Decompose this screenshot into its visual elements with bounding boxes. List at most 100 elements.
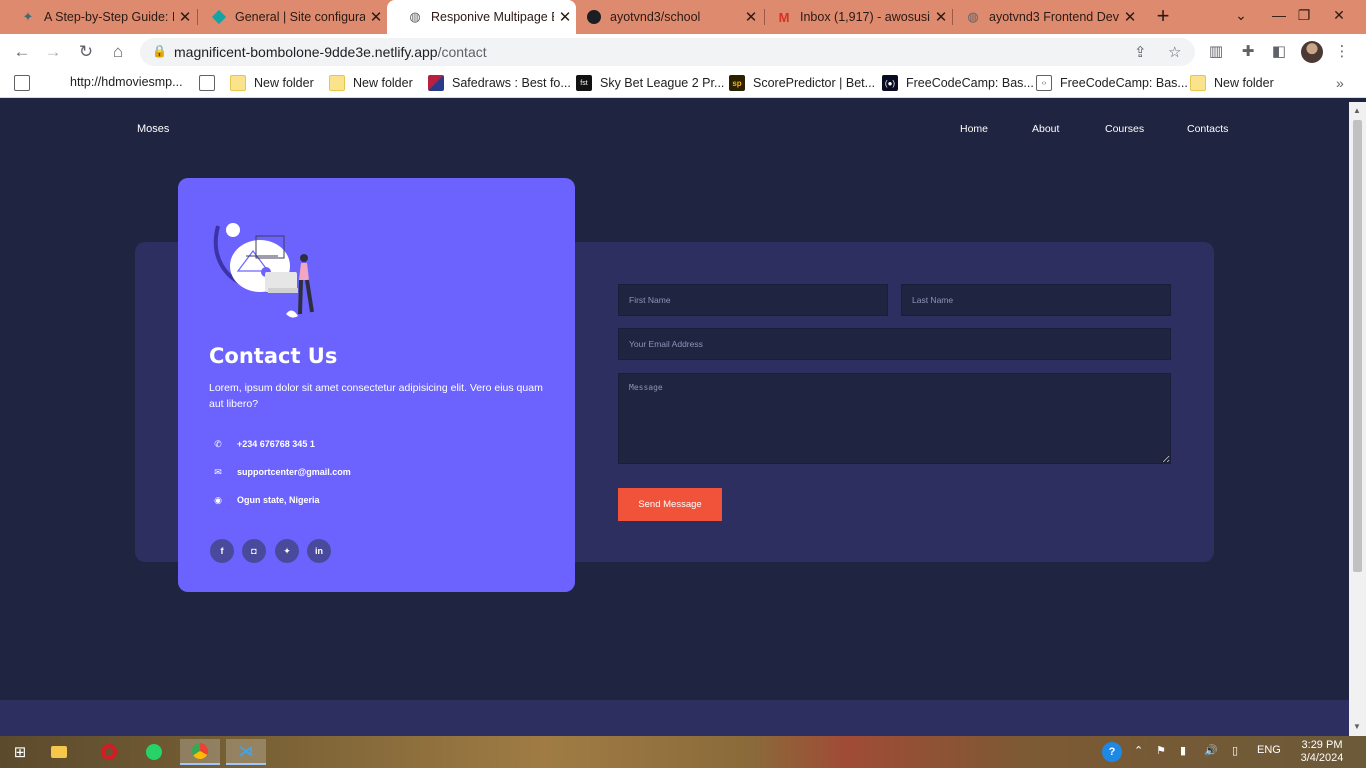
message-textarea[interactable]	[618, 373, 1171, 464]
extensions-icon[interactable]: ✚	[1238, 42, 1258, 62]
email-address: supportcenter@gmail.com	[237, 467, 351, 477]
tab-responsive-multipage[interactable]: ◍ Responive Multipage Ec ✕	[387, 0, 576, 34]
windows-start-icon[interactable]: ⊞	[0, 739, 40, 765]
volume-icon[interactable]: 🔊	[1204, 744, 1218, 757]
vscode-icon[interactable]: ⋊	[226, 739, 266, 765]
language-indicator[interactable]: ENG	[1257, 744, 1281, 756]
linkedin-icon[interactable]: in	[307, 539, 331, 563]
last-name-input[interactable]	[901, 284, 1171, 316]
instagram-icon[interactable]: ◘	[242, 539, 266, 563]
scroll-up-arrow-icon[interactable]: ▲	[1353, 106, 1361, 115]
bookmark-item[interactable]: Safedraws : Best fo...	[428, 75, 571, 91]
folder-icon	[1190, 75, 1206, 91]
contact-illustration	[213, 223, 314, 318]
nav-contacts[interactable]: Contacts	[1187, 123, 1228, 135]
url-text: magnificent-bombolone-9dde3e.netlify.app…	[174, 44, 487, 60]
netlify-diamond-icon	[211, 9, 227, 25]
windows-taskbar: ⊞ ⋊ ? ⌃ ⚑ ▮ 🔊 ▯ ENG 3:29 PM 3/4/2024	[0, 736, 1366, 768]
contact-card: Contact Us Lorem, ipsum dolor sit amet c…	[178, 178, 575, 592]
scrollbar-thumb[interactable]	[1353, 120, 1362, 572]
phone-info: ✆ +234 676768 345 1	[212, 438, 315, 450]
address-bar[interactable]: 🔒 magnificent-bombolone-9dde3e.netlify.a…	[140, 38, 1195, 66]
home-button[interactable]: ⌂	[106, 40, 130, 64]
menu-kebab-icon[interactable]: ⋮	[1332, 42, 1352, 62]
bookmark-item[interactable]: fst Sky Bet League 2 Pr...	[576, 75, 724, 91]
tab-site-configuration[interactable]: General | Site configura ✕	[191, 0, 387, 34]
media-icon[interactable]: ▥	[1206, 42, 1226, 62]
bookmark-label: Sky Bet League 2 Pr...	[600, 76, 725, 90]
network-signal-icon[interactable]: ▮	[1180, 744, 1186, 757]
tab-frontend-dev[interactable]: ◍ ayotvnd3 Frontend Dev ✕	[945, 0, 1141, 34]
new-tab-button[interactable]: +	[1150, 4, 1176, 30]
first-name-input[interactable]	[618, 284, 888, 316]
share-icon[interactable]: ⇪	[1134, 43, 1147, 61]
nav-courses[interactable]: Courses	[1105, 123, 1144, 135]
bookmark-folder[interactable]: New folder	[230, 75, 314, 91]
forward-button[interactable]: →	[41, 40, 65, 64]
file-explorer-icon[interactable]	[39, 739, 79, 765]
tab-title: A Step-by-Step Guide: I	[44, 10, 174, 24]
tab-title: Responive Multipage Ec	[431, 10, 554, 24]
restore-button[interactable]: ❐	[1287, 0, 1321, 34]
scroll-down-arrow-icon[interactable]: ▼	[1353, 722, 1361, 731]
action-center-flag-icon[interactable]: ⚑	[1156, 744, 1166, 757]
tab-title: Inbox (1,917) - awosusi	[800, 10, 930, 24]
contact-title: Contact Us	[209, 344, 338, 368]
bookmark-label: New folder	[254, 76, 314, 90]
bookmark-item[interactable]: (●) FreeCodeCamp: Bas...	[882, 75, 1034, 91]
tab-title: ayotvnd3/school	[610, 10, 701, 24]
tab-title: General | Site configura	[235, 10, 365, 24]
tab-github-school[interactable]: ayotvnd3/school ✕	[566, 0, 762, 34]
phone-number: +234 676768 345 1	[237, 439, 315, 449]
chrome-icon[interactable]	[180, 739, 220, 765]
location-text: Ogun state, Nigeria	[237, 495, 320, 505]
whatsapp-icon[interactable]	[134, 739, 174, 765]
bookmark-item[interactable]: ‹› FreeCodeCamp: Bas...	[1036, 75, 1188, 91]
globe-icon: ◍	[967, 9, 979, 24]
lock-icon[interactable]: 🔒	[152, 44, 167, 58]
bookmark-item[interactable]: sp ScorePredictor | Bet...	[729, 75, 875, 91]
profile-avatar[interactable]	[1301, 41, 1323, 63]
page-scrollbar[interactable]: ▲ ▼	[1349, 102, 1366, 736]
tab-search-icon[interactable]: ⌄	[1224, 0, 1258, 34]
bookmark-label: New folder	[353, 76, 413, 90]
more-bookmarks-chevron-icon[interactable]: »	[1336, 75, 1344, 91]
tab-gmail-inbox[interactable]: M Inbox (1,917) - awosusi ✕	[756, 0, 952, 34]
nav-home[interactable]: Home	[960, 123, 988, 135]
bookmark-item[interactable]	[14, 75, 38, 91]
facebook-icon[interactable]: f	[210, 539, 234, 563]
twitter-icon[interactable]: ✦	[275, 539, 299, 563]
send-message-button[interactable]: Send Message	[618, 488, 722, 521]
help-icon[interactable]: ?	[1102, 742, 1122, 762]
bookmark-star-icon[interactable]: ☆	[1168, 43, 1181, 61]
battery-icon[interactable]: ▯	[1232, 744, 1238, 757]
tab-step-guide[interactable]: ✦ A Step-by-Step Guide: I ✕	[0, 0, 196, 34]
tab-title: ayotvnd3 Frontend Dev	[989, 10, 1119, 24]
contact-description: Lorem, ipsum dolor sit amet consectetur …	[209, 382, 543, 410]
site-brand[interactable]: Moses	[137, 123, 169, 135]
side-panel-icon[interactable]: ◧	[1269, 42, 1289, 62]
bookmark-label: New folder	[1214, 76, 1274, 90]
globe-icon	[14, 75, 30, 91]
bookmark-item[interactable]	[199, 75, 223, 91]
footer-section	[0, 700, 1349, 736]
back-button[interactable]: ←	[10, 40, 34, 64]
sp-icon: sp	[729, 75, 745, 91]
reload-button[interactable]: ↻	[74, 40, 98, 64]
nav-about[interactable]: About	[1032, 123, 1059, 135]
bookmark-folder[interactable]: New folder	[329, 75, 413, 91]
opera-icon[interactable]	[89, 739, 129, 765]
folder-icon	[230, 75, 246, 91]
tray-expand-chevron-icon[interactable]: ⌃	[1134, 744, 1143, 757]
close-tab-icon[interactable]: ✕	[365, 8, 387, 26]
code-icon: ‹›	[1036, 75, 1052, 91]
system-clock[interactable]: 3:29 PM 3/4/2024	[1298, 739, 1346, 765]
close-window-button[interactable]: ✕	[1322, 0, 1356, 34]
close-tab-icon[interactable]: ✕	[1119, 8, 1141, 26]
bookmark-folder[interactable]: New folder	[1190, 75, 1274, 91]
email-input[interactable]	[618, 328, 1171, 360]
globe-icon: ◍	[409, 9, 421, 24]
bookmark-item[interactable]: http://hdmoviesmp...	[70, 75, 183, 89]
bookmark-label: http://hdmoviesmp...	[70, 75, 183, 89]
location-info: ◉ Ogun state, Nigeria	[212, 494, 320, 506]
